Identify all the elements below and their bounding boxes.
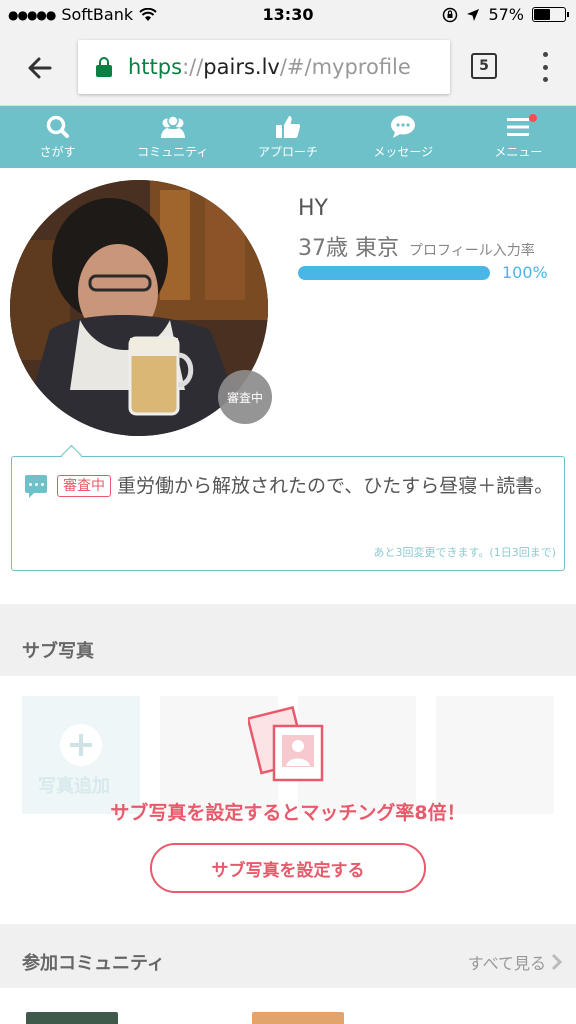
completion-progress-bar xyxy=(298,266,490,280)
thumbs-up-icon xyxy=(276,116,301,138)
battery-level xyxy=(534,9,551,20)
url-scheme: https xyxy=(128,55,183,79)
browser-toolbar: https://pairs.lv/#/myprofile 5 xyxy=(0,30,576,106)
nav-search[interactable]: さがす xyxy=(0,106,115,168)
community-title: 参加コミュニティ xyxy=(22,953,165,974)
notification-dot xyxy=(529,114,538,122)
nav-label: メニュー xyxy=(494,145,543,159)
nav-label: さがす xyxy=(39,145,76,159)
more-options-icon[interactable] xyxy=(537,52,553,82)
age-city: 37歳 東京 xyxy=(298,236,399,261)
completion-label: プロフィール入力率 xyxy=(409,243,535,259)
message-icon xyxy=(391,115,416,138)
back-arrow-icon[interactable] xyxy=(22,50,58,86)
main-nav: さがす コミュニティ アプローチ メッセージ メニュー xyxy=(0,106,576,168)
url-path: /#/myprofile xyxy=(279,55,411,79)
completion-value: 100% xyxy=(502,263,548,282)
nav-approach[interactable]: アプローチ xyxy=(230,106,345,168)
community-icon xyxy=(160,115,185,138)
profile-name: HY xyxy=(298,196,328,221)
photo-slot[interactable] xyxy=(436,696,554,814)
tweet-change-note: あと3回変更できます。(1日3回まで) xyxy=(373,546,556,559)
battery-icon xyxy=(532,7,569,22)
photo-review-badge: 審査中 xyxy=(218,370,272,424)
battery-percent: 57% xyxy=(488,5,524,24)
nav-label: コミュニティ xyxy=(137,145,209,159)
system-indicators: 57% xyxy=(442,5,569,24)
tab-switcher-button[interactable]: 5 xyxy=(471,53,497,79)
tweet-text: 重労働から解放されたので、ひたすら昼寝＋読書。 xyxy=(117,475,554,497)
tweet-content: 審査中 重労働から解放されたので、ひたすら昼寝＋読書。 xyxy=(25,471,555,501)
url-domain: pairs.lv xyxy=(203,55,280,79)
chevron-right-icon xyxy=(551,953,562,971)
search-icon xyxy=(46,115,69,138)
location-arrow-icon xyxy=(467,8,480,21)
add-photo-label: 写真追加 xyxy=(38,776,110,797)
tweet-status-badge: 審査中 xyxy=(57,475,111,497)
see-all-link[interactable]: すべて見る xyxy=(468,950,562,974)
url-separator: :// xyxy=(182,55,204,79)
address-bar[interactable]: https://pairs.lv/#/myprofile xyxy=(78,40,450,94)
nav-menu[interactable]: メニュー xyxy=(461,106,576,168)
community-thumbnail[interactable] xyxy=(26,1012,118,1024)
add-photo-slot[interactable]: 写真追加 xyxy=(22,696,140,814)
tweet-box[interactable]: 審査中 重労働から解放されたので、ひたすら昼寝＋読書。 あと3回変更できます。(1… xyxy=(11,456,565,571)
lock-icon xyxy=(96,57,112,77)
nav-message[interactable]: メッセージ xyxy=(346,106,461,168)
sub-photo-title: サブ写真 xyxy=(22,641,94,662)
status-bar: ●●●●● SoftBank 13:30 57% xyxy=(0,0,576,30)
see-all-label: すべて見る xyxy=(467,954,546,973)
photos-icon xyxy=(248,705,324,782)
nav-community[interactable]: コミュニティ xyxy=(115,106,230,168)
set-sub-photo-button[interactable]: サブ写真を設定する xyxy=(150,843,426,893)
profile-meta: 37歳 東京 プロフィール入力率 xyxy=(298,230,535,262)
plus-icon xyxy=(60,724,102,766)
community-thumbnail[interactable] xyxy=(252,1012,344,1024)
orientation-lock-icon xyxy=(443,7,458,22)
sub-photo-promo: サブ写真を設定するとマッチング率8倍！ xyxy=(110,802,466,824)
nav-label: メッセージ xyxy=(373,145,434,159)
nav-label: アプローチ xyxy=(258,145,319,159)
completion-progress-fill xyxy=(298,266,490,280)
